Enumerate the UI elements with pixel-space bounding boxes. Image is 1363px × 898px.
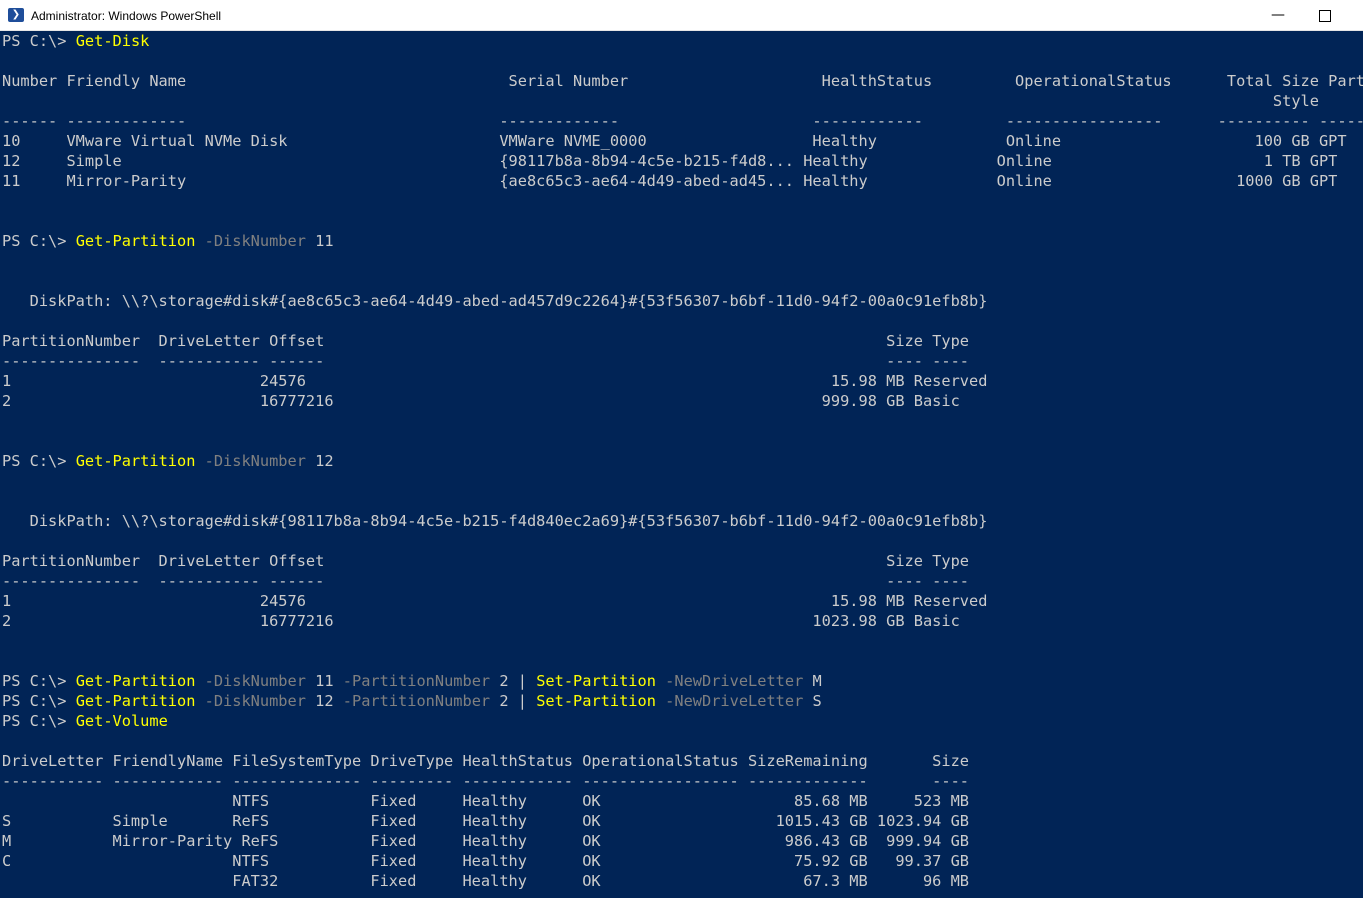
console-line: NTFS Fixed Healthy OK 85.68 MB 523 MB — [2, 791, 969, 811]
console-line: DiskPath: \\?\storage#disk#{98117b8a-8b9… — [2, 511, 988, 531]
powershell-icon: ❯ — [8, 8, 24, 22]
output-text: FAT32 Fixed Healthy OK 67.3 MB 96 MB — [2, 872, 969, 890]
title-bar[interactable]: ❯ Administrator: Windows PowerShell — — [0, 0, 1363, 31]
console-line: PS C:\> Get-Partition -DiskNumber 12 -Pa… — [2, 691, 822, 711]
command-text: Get-Partition — [75, 452, 196, 470]
output-text: PS C:\> — [2, 712, 76, 730]
output-text: Number Friendly Name Serial Number Healt… — [2, 72, 1363, 90]
parameter-text: -PartitionNumber — [333, 672, 491, 690]
console-line: M Mirror-Parity ReFS Fixed Healthy OK 98… — [2, 831, 969, 851]
output-text: PS C:\> — [2, 672, 76, 690]
command-text: Get-Partition — [75, 232, 196, 250]
command-text: Get-Volume — [75, 712, 168, 730]
command-text: Set-Partition — [536, 672, 656, 690]
output-text: S — [803, 692, 822, 710]
output-text: S Simple ReFS Fixed Healthy OK 1015.43 G… — [2, 812, 969, 830]
output-text: PS C:\> — [2, 32, 76, 50]
maximize-icon — [1319, 10, 1331, 22]
window-title: Administrator: Windows PowerShell — [31, 9, 222, 23]
output-text: 1 24576 15.98 MB Reserved — [2, 372, 988, 390]
console-line: PartitionNumber DriveLetter Offset Size … — [2, 331, 969, 351]
console-line: DiskPath: \\?\storage#disk#{ae8c65c3-ae6… — [2, 291, 988, 311]
output-text: 10 VMware Virtual NVMe Disk VMWare NVME_… — [2, 132, 1347, 150]
console-line: FAT32 Fixed Healthy OK 67.3 MB 96 MB — [2, 871, 969, 891]
output-text: 11 — [305, 672, 334, 690]
console-line: PS C:\> Get-Partition -DiskNumber 12 — [2, 451, 334, 471]
console-line: 12 Simple {98117b8a-8b94-4c5e-b215-f4d8.… — [2, 151, 1337, 171]
output-text: PS C:\> — [2, 232, 76, 250]
console-line: PS C:\> Get-Disk — [2, 31, 149, 51]
console-line: PS C:\> Get-Partition -DiskNumber 11 — [2, 231, 334, 251]
output-text: C NTFS Fixed Healthy OK 75.92 GB 99.37 G… — [2, 852, 969, 870]
output-text: M — [803, 672, 822, 690]
console-line: C NTFS Fixed Healthy OK 75.92 GB 99.37 G… — [2, 851, 969, 871]
console-line: 2 16777216 1023.98 GB Basic — [2, 611, 960, 631]
console-line: 2 16777216 999.98 GB Basic — [2, 391, 960, 411]
parameter-text: -NewDriveLetter — [655, 672, 804, 690]
console-line: PartitionNumber DriveLetter Offset Size … — [2, 551, 969, 571]
output-text: PartitionNumber DriveLetter Offset Size … — [2, 332, 969, 350]
output-text: Style — [2, 92, 1319, 110]
output-text: 12 Simple {98117b8a-8b94-4c5e-b215-f4d8.… — [2, 152, 1338, 170]
parameter-text: -DiskNumber — [195, 452, 306, 470]
parameter-text: -NewDriveLetter — [655, 692, 804, 710]
output-text: 2 | — [490, 692, 537, 710]
output-text: 11 Mirror-Parity {ae8c65c3-ae64-4d49-abe… — [2, 172, 1338, 190]
console-line: DriveLetter FriendlyName FileSystemType … — [2, 751, 969, 771]
console-line: 10 VMware Virtual NVMe Disk VMWare NVME_… — [2, 131, 1347, 151]
output-text: PartitionNumber DriveLetter Offset Size … — [2, 552, 969, 570]
output-text: 11 — [305, 232, 334, 250]
console-line: ------ ------------- ------------- -----… — [2, 111, 1363, 131]
output-text: ----------- ------------ -------------- … — [2, 772, 969, 790]
output-text: DiskPath: \\?\storage#disk#{ae8c65c3-ae6… — [2, 292, 988, 310]
command-text: Get-Disk — [75, 32, 150, 50]
output-text: NTFS Fixed Healthy OK 85.68 MB 523 MB — [2, 792, 969, 810]
output-text: PS C:\> — [2, 692, 76, 710]
minimize-button[interactable]: — — [1255, 0, 1301, 31]
maximize-button[interactable] — [1302, 0, 1348, 31]
output-text: 2 16777216 999.98 GB Basic — [2, 392, 960, 410]
output-text: M Mirror-Parity ReFS Fixed Healthy OK 98… — [2, 832, 969, 850]
output-text: 12 — [305, 452, 334, 470]
console-line: PS C:\> Get-Volume — [2, 711, 168, 731]
output-text: 2 | — [490, 672, 537, 690]
console-line: --------------- ----------- ------ ---- … — [2, 351, 969, 371]
parameter-text: -PartitionNumber — [333, 692, 491, 710]
console-line: S Simple ReFS Fixed Healthy OK 1015.43 G… — [2, 811, 969, 831]
output-text: DriveLetter FriendlyName FileSystemType … — [2, 752, 969, 770]
output-text: --------------- ----------- ------ ---- … — [2, 572, 969, 590]
output-text: DiskPath: \\?\storage#disk#{98117b8a-8b9… — [2, 512, 988, 530]
output-text: 1 24576 15.98 MB Reserved — [2, 592, 988, 610]
console-line: 1 24576 15.98 MB Reserved — [2, 371, 987, 391]
console-line: PS C:\> Get-Partition -DiskNumber 11 -Pa… — [2, 671, 822, 691]
console-line: --------------- ----------- ------ ---- … — [2, 571, 969, 591]
console-line: 1 24576 15.98 MB Reserved — [2, 591, 987, 611]
output-text: 2 16777216 1023.98 GB Basic — [2, 612, 960, 630]
console-line: 11 Mirror-Parity {ae8c65c3-ae64-4d49-abe… — [2, 171, 1337, 191]
output-text: --------------- ----------- ------ ---- … — [2, 352, 969, 370]
parameter-text: -DiskNumber — [195, 232, 306, 250]
console-line: ----------- ------------ -------------- … — [2, 771, 969, 791]
command-text: Get-Partition — [75, 672, 196, 690]
output-text: ------ ------------- ------------- -----… — [2, 112, 1363, 130]
console-line: Style — [2, 91, 1319, 111]
output-text: 12 — [305, 692, 334, 710]
console-output[interactable]: PS C:\> Get-Disk Number Friendly Name Ser… — [0, 31, 1363, 898]
command-text: Set-Partition — [536, 692, 656, 710]
output-text: PS C:\> — [2, 452, 76, 470]
parameter-text: -DiskNumber — [195, 672, 306, 690]
parameter-text: -DiskNumber — [195, 692, 306, 710]
command-text: Get-Partition — [75, 692, 196, 710]
console-line: Number Friendly Name Serial Number Healt… — [2, 71, 1363, 91]
